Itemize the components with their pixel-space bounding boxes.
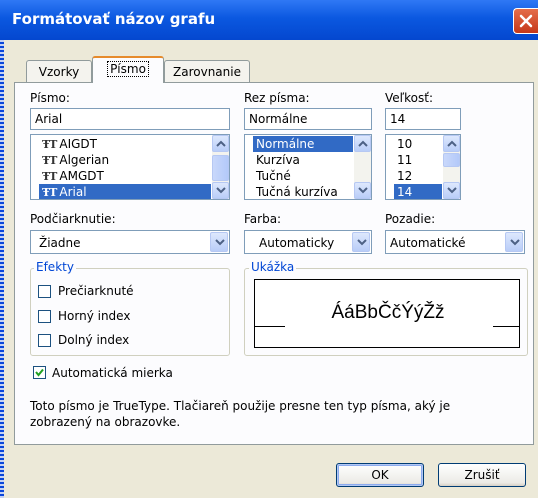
tab-label: Zarovnanie [173, 65, 241, 79]
scroll-up-button[interactable] [354, 135, 371, 152]
chevron-up-icon [447, 140, 457, 147]
tab-label: Vzorky [38, 65, 80, 79]
list-item[interactable]: ŦT Algerian [39, 152, 211, 168]
list-item-selected[interactable]: Normálne [253, 136, 353, 152]
chevron-down-icon [447, 187, 457, 194]
truetype-icon: ŦT [42, 138, 57, 151]
tab-pismo[interactable]: Písmo [92, 56, 164, 83]
scroll-up-button[interactable] [443, 135, 460, 152]
font-list-scrollbar[interactable] [212, 135, 229, 199]
preview-baseline-right [493, 326, 519, 327]
list-item[interactable]: Kurzíva [253, 152, 353, 168]
size-list-scrollbar[interactable] [443, 135, 460, 199]
scroll-down-button[interactable] [443, 182, 460, 199]
autoscale-checkbox[interactable] [33, 366, 46, 379]
subscript-checkbox[interactable] [38, 334, 51, 347]
preview-box: ÁáBbČčÝýŽž [254, 279, 520, 348]
list-item[interactable]: 11 [394, 152, 442, 168]
scroll-down-button[interactable] [212, 182, 229, 199]
cancel-button[interactable]: Zrušiť [438, 463, 526, 487]
dropdown-button[interactable] [352, 232, 370, 252]
list-item[interactable]: ŦT AMGDT [39, 168, 211, 184]
ok-button[interactable]: OK [336, 463, 424, 487]
scroll-down-button[interactable] [354, 182, 371, 199]
chevron-down-icon [357, 239, 367, 246]
list-item[interactable]: 12 [394, 168, 442, 184]
style-list-scrollbar[interactable] [354, 135, 371, 199]
underline-value: Žiadne [39, 236, 81, 250]
size-list[interactable]: 10 11 12 14 [385, 134, 461, 200]
background-select[interactable]: Automatické [385, 230, 525, 254]
close-button[interactable] [513, 8, 538, 34]
chevron-down-icon [510, 239, 520, 246]
dropdown-button[interactable] [210, 232, 228, 252]
size-input[interactable]: 14 [385, 108, 461, 130]
style-list[interactable]: Normálne Kurzíva Tučné Tučná kurzíva [244, 134, 372, 200]
scroll-thumb[interactable] [212, 155, 229, 181]
font-input[interactable]: Arial [30, 108, 230, 130]
preview-baseline-left [255, 326, 285, 327]
checkmark-icon [35, 368, 44, 377]
tab-zarovnanie[interactable]: Zarovnanie [164, 60, 250, 82]
style-label: Rez písma: [244, 91, 310, 105]
preview-group-label: Ukážka [249, 260, 297, 274]
truetype-icon: ŦT [42, 154, 57, 167]
size-label: Veľkosť: [385, 91, 434, 105]
superscript-checkbox[interactable] [38, 310, 51, 323]
font-list[interactable]: ŦT AIGDT ŦT Algerian ŦT AMGDT ŦT Arial [30, 134, 230, 200]
tab-label: Písmo [107, 61, 149, 77]
chevron-up-icon [358, 140, 368, 147]
list-item-selected[interactable]: ŦT Arial [39, 184, 211, 199]
strikethrough-label[interactable]: Prečiarknuté [58, 284, 134, 298]
style-input[interactable]: Normálne [244, 108, 372, 130]
truetype-icon: ŦT [42, 186, 57, 199]
color-select[interactable]: Automaticky [244, 230, 372, 254]
close-icon [519, 14, 533, 28]
dropdown-button[interactable] [505, 232, 523, 252]
strikethrough-checkbox[interactable] [38, 285, 51, 298]
preview-text: ÁáBbČčÝýŽž [331, 302, 445, 323]
background-label: Pozadie: [385, 212, 436, 226]
autoscale-label[interactable]: Automatická mierka [52, 366, 173, 380]
list-item-selected[interactable]: 14 [394, 184, 442, 199]
scroll-thumb[interactable] [443, 153, 460, 167]
scroll-up-button[interactable] [212, 135, 229, 152]
chevron-down-icon [358, 187, 368, 194]
subscript-label[interactable]: Dolný index [58, 333, 129, 347]
list-item[interactable]: ŦT AIGDT [39, 136, 211, 152]
color-value: Automaticky [259, 236, 335, 250]
chevron-up-icon [216, 140, 226, 147]
list-item[interactable]: 10 [394, 136, 442, 152]
list-item[interactable]: Tučné [253, 168, 353, 184]
chevron-down-icon [216, 187, 226, 194]
window-title: Formátovať názov grafu [12, 10, 216, 28]
truetype-icon: ŦT [42, 170, 57, 183]
chevron-down-icon [215, 239, 225, 246]
list-item[interactable]: Tučná kurzíva [253, 184, 353, 199]
tab-vzorky[interactable]: Vzorky [26, 60, 92, 82]
font-label: Písmo: [30, 91, 70, 105]
background-value: Automatické [390, 236, 466, 250]
effects-group-label: Efekty [34, 260, 76, 274]
color-label: Farba: [244, 212, 282, 226]
superscript-label[interactable]: Horný index [58, 309, 130, 323]
underline-label: Podčiarknutie: [30, 212, 116, 226]
window-left-edge [0, 40, 4, 498]
info-text: Toto písmo je TrueType. Tlačiareň použij… [30, 399, 451, 429]
underline-select[interactable]: Žiadne [30, 230, 230, 254]
